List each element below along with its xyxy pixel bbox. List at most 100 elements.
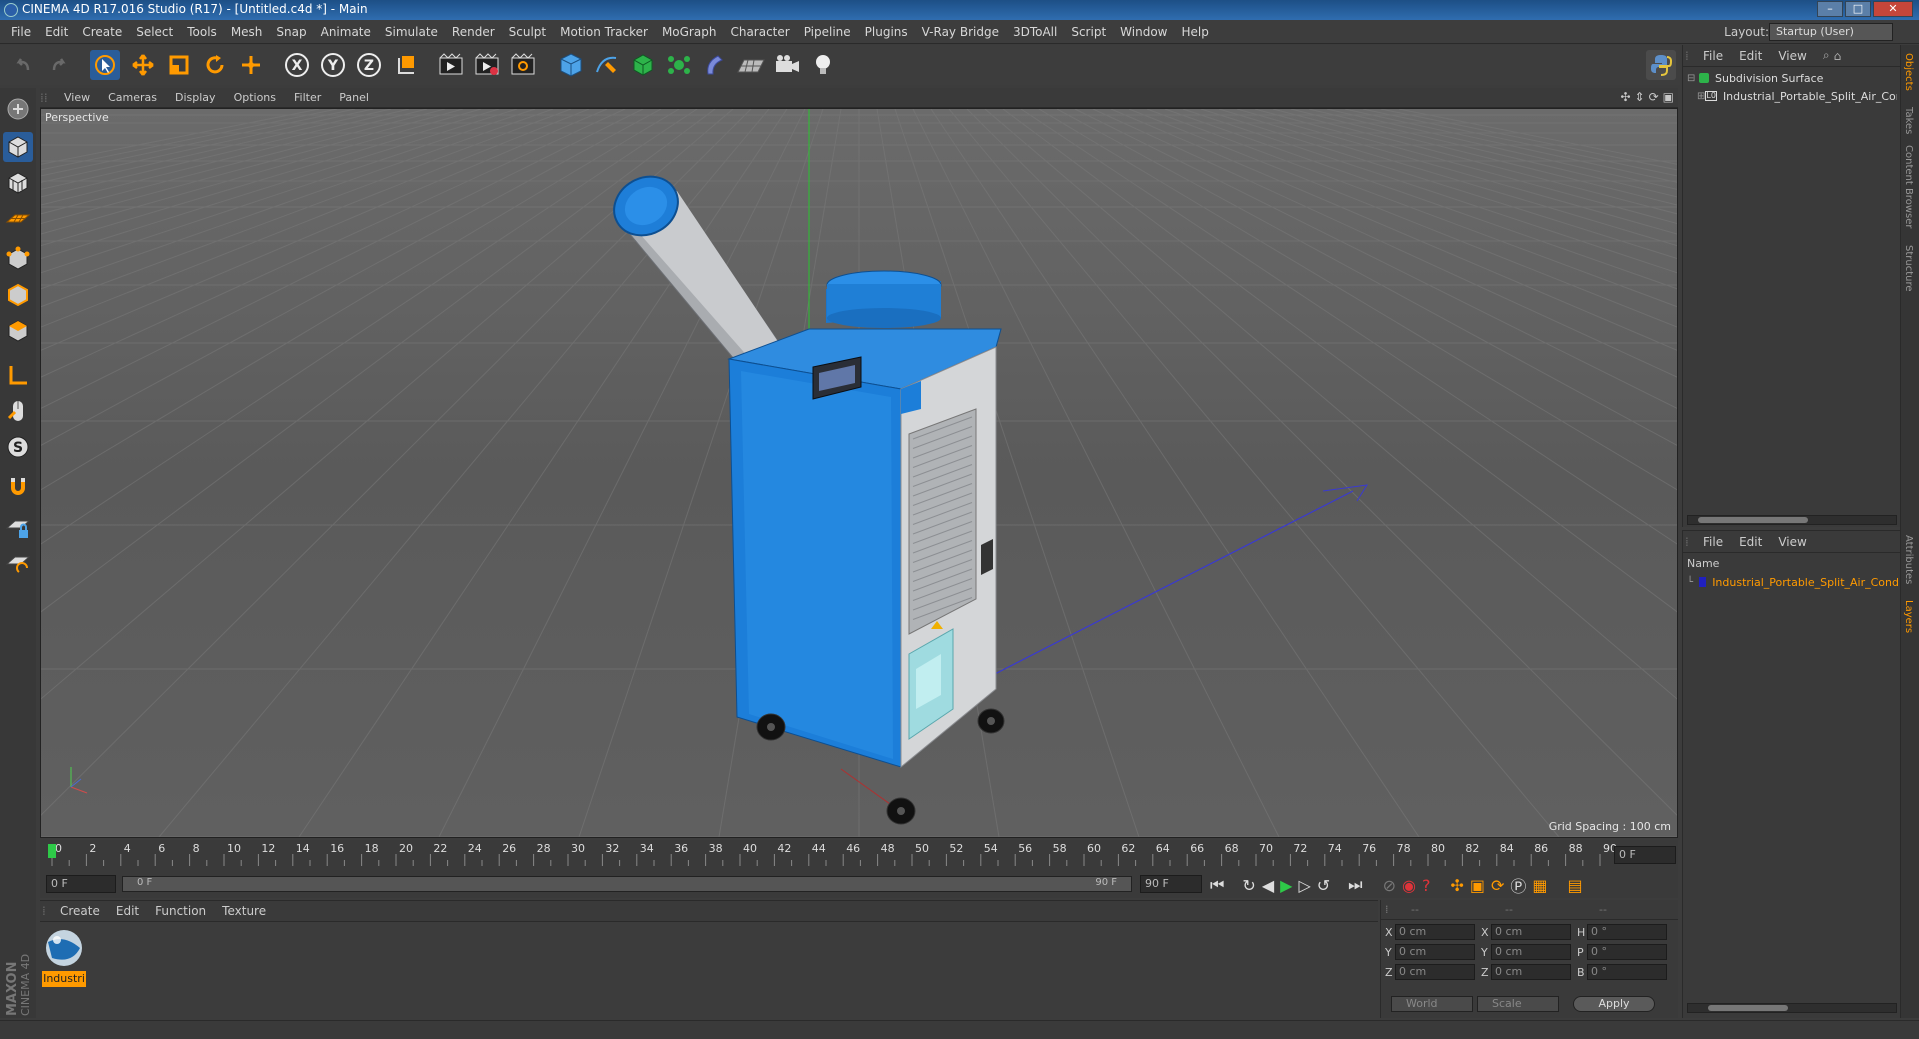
menu-sculpt[interactable]: Sculpt — [502, 20, 553, 44]
object-home-icon[interactable]: ⌂ — [1834, 49, 1842, 63]
render-view-icon[interactable] — [436, 50, 466, 80]
menu-snap[interactable]: Snap — [269, 20, 313, 44]
viewport-menu-filter[interactable]: Filter — [286, 88, 331, 108]
undo-icon[interactable] — [8, 50, 38, 80]
material-menu-create[interactable]: Create — [52, 900, 108, 922]
loop-icon[interactable]: ↻ — [1242, 876, 1255, 895]
viewport-menu-display[interactable]: Display — [167, 88, 226, 108]
menu-simulate[interactable]: Simulate — [378, 20, 445, 44]
viewport-menu-view[interactable]: View — [56, 88, 100, 108]
make-editable-icon[interactable] — [3, 94, 33, 124]
planar-workplane-icon[interactable] — [3, 548, 33, 578]
side-tab-attributes[interactable]: Attributes — [1903, 535, 1914, 584]
autokey-icon[interactable]: ? — [1422, 876, 1431, 895]
z-axis-lock-icon[interactable]: Z — [354, 50, 384, 80]
tree-item-subdivision-surface[interactable]: ⊟ Subdivision Surface — [1687, 69, 1823, 87]
key-pla-icon[interactable]: ▦ — [1532, 876, 1547, 895]
object-menu-edit[interactable]: Edit — [1731, 45, 1770, 67]
object-menu-view[interactable]: View — [1770, 45, 1814, 67]
menu-character[interactable]: Character — [723, 20, 796, 44]
perspective-viewport[interactable]: Perspective Grid Spacing : 100 cm — [40, 108, 1678, 838]
redo-icon[interactable] — [44, 50, 74, 80]
bend-deformer-icon[interactable] — [700, 50, 730, 80]
layer-manager-scrollbar[interactable] — [1687, 1003, 1897, 1013]
menu-select[interactable]: Select — [129, 20, 180, 44]
coord-value-field[interactable]: 0 cm — [1491, 924, 1571, 940]
step-back-icon[interactable]: ◀ — [1262, 876, 1274, 895]
layer-menu-view[interactable]: View — [1770, 531, 1814, 553]
object-search-icon[interactable]: ⌕ — [1823, 48, 1830, 63]
spline-pen-icon[interactable] — [592, 50, 622, 80]
scale-tool-icon[interactable] — [164, 50, 194, 80]
coord-value-field[interactable]: 0 cm — [1491, 964, 1571, 980]
rotate-tool-icon[interactable] — [200, 50, 230, 80]
layer-item[interactable]: └ Industrial_Portable_Split_Air_Cond — [1687, 573, 1899, 591]
viewport-move-icon[interactable]: ✣ — [1620, 90, 1630, 104]
layer-menu-edit[interactable]: Edit — [1731, 531, 1770, 553]
coordinate-space-select[interactable]: World — [1391, 996, 1473, 1012]
start-frame-field[interactable]: 0 F — [46, 875, 116, 893]
step-forward-icon[interactable]: ▷ — [1298, 876, 1310, 895]
end-frame-field[interactable]: 90 F — [1140, 875, 1202, 893]
viewport-rotate-icon[interactable]: ⟳ — [1649, 90, 1659, 104]
viewport-menu-options[interactable]: Options — [226, 88, 286, 108]
magnet-icon[interactable] — [3, 472, 33, 502]
polygons-mode-icon[interactable] — [3, 316, 33, 346]
transform-tool-icon[interactable] — [236, 50, 266, 80]
goto-end-icon[interactable]: ⏭ — [1348, 875, 1362, 895]
close-button[interactable]: ✕ — [1873, 1, 1913, 17]
side-tab-takes[interactable]: Takes — [1903, 107, 1914, 134]
coord-value-field[interactable]: 0 ° — [1587, 944, 1667, 960]
edges-mode-icon[interactable] — [3, 280, 33, 310]
viewport-toggle-icon[interactable]: ▣ — [1663, 90, 1674, 104]
menu-vray-bridge[interactable]: V-Ray Bridge — [915, 20, 1006, 44]
record-loop-icon[interactable]: ↺ — [1317, 876, 1330, 895]
layout-select[interactable]: Startup (User) — [1769, 23, 1893, 41]
texture-mode-icon[interactable] — [3, 168, 33, 198]
menu-mograph[interactable]: MoGraph — [655, 20, 724, 44]
menu-pipeline[interactable]: Pipeline — [797, 20, 858, 44]
menu-help[interactable]: Help — [1174, 20, 1215, 44]
coord-value-field[interactable]: 0 ° — [1587, 964, 1667, 980]
object-manager-scrollbar[interactable] — [1687, 515, 1897, 525]
side-tab-layers[interactable]: Layers — [1903, 600, 1914, 633]
cloner-icon[interactable] — [664, 50, 694, 80]
preview-range-slider[interactable]: 0 F 90 F — [122, 876, 1132, 892]
material-swatch[interactable]: Industri — [42, 928, 86, 987]
tweak-mode-icon[interactable] — [3, 396, 33, 426]
key-rotation-icon[interactable]: ⟳ — [1491, 876, 1504, 895]
menu-tools[interactable]: Tools — [180, 20, 224, 44]
side-tab-structure[interactable]: Structure — [1903, 245, 1914, 292]
menu-plugins[interactable]: Plugins — [858, 20, 915, 44]
material-menu-texture[interactable]: Texture — [214, 900, 274, 922]
playhead-marker[interactable] — [48, 844, 56, 858]
edit-render-settings-icon[interactable] — [508, 50, 538, 80]
python-script-icon[interactable] — [1646, 50, 1676, 80]
viewport-menu-cameras[interactable]: Cameras — [100, 88, 167, 108]
maximize-button[interactable]: □ — [1845, 1, 1871, 17]
y-axis-lock-icon[interactable]: Y — [318, 50, 348, 80]
tree-item-air-conditioner[interactable]: ⊞ L0 Industrial_Portable_Split_Air_Con — [1697, 87, 1897, 105]
key-record-disabled-icon[interactable]: ⊘ — [1383, 876, 1396, 895]
layer-menu-file[interactable]: File — [1695, 531, 1731, 553]
cube-primitive-icon[interactable] — [556, 50, 586, 80]
record-active-objects-icon[interactable]: ◉ — [1402, 876, 1416, 895]
menu-create[interactable]: Create — [75, 20, 129, 44]
goto-start-icon[interactable]: ⏮ — [1210, 875, 1224, 895]
coord-value-field[interactable]: 0 cm — [1395, 944, 1475, 960]
snapping-icon[interactable]: S — [3, 432, 33, 462]
menu-mesh[interactable]: Mesh — [224, 20, 270, 44]
size-mode-select[interactable]: Scale — [1477, 996, 1559, 1012]
coordinate-system-icon[interactable] — [392, 50, 422, 80]
live-selection-icon[interactable] — [90, 50, 120, 80]
enable-axis-icon[interactable] — [3, 360, 33, 390]
timeline-window-icon[interactable]: ▤ — [1568, 876, 1583, 895]
material-menu-function[interactable]: Function — [147, 900, 214, 922]
x-axis-lock-icon[interactable]: X — [282, 50, 312, 80]
menu-3dtoall[interactable]: 3DToAll — [1006, 20, 1064, 44]
locked-workplane-icon[interactable] — [3, 512, 33, 542]
play-icon[interactable]: ▶ — [1280, 876, 1292, 895]
object-menu-file[interactable]: File — [1695, 45, 1731, 67]
menu-file[interactable]: File — [4, 20, 38, 44]
menu-window[interactable]: Window — [1113, 20, 1174, 44]
